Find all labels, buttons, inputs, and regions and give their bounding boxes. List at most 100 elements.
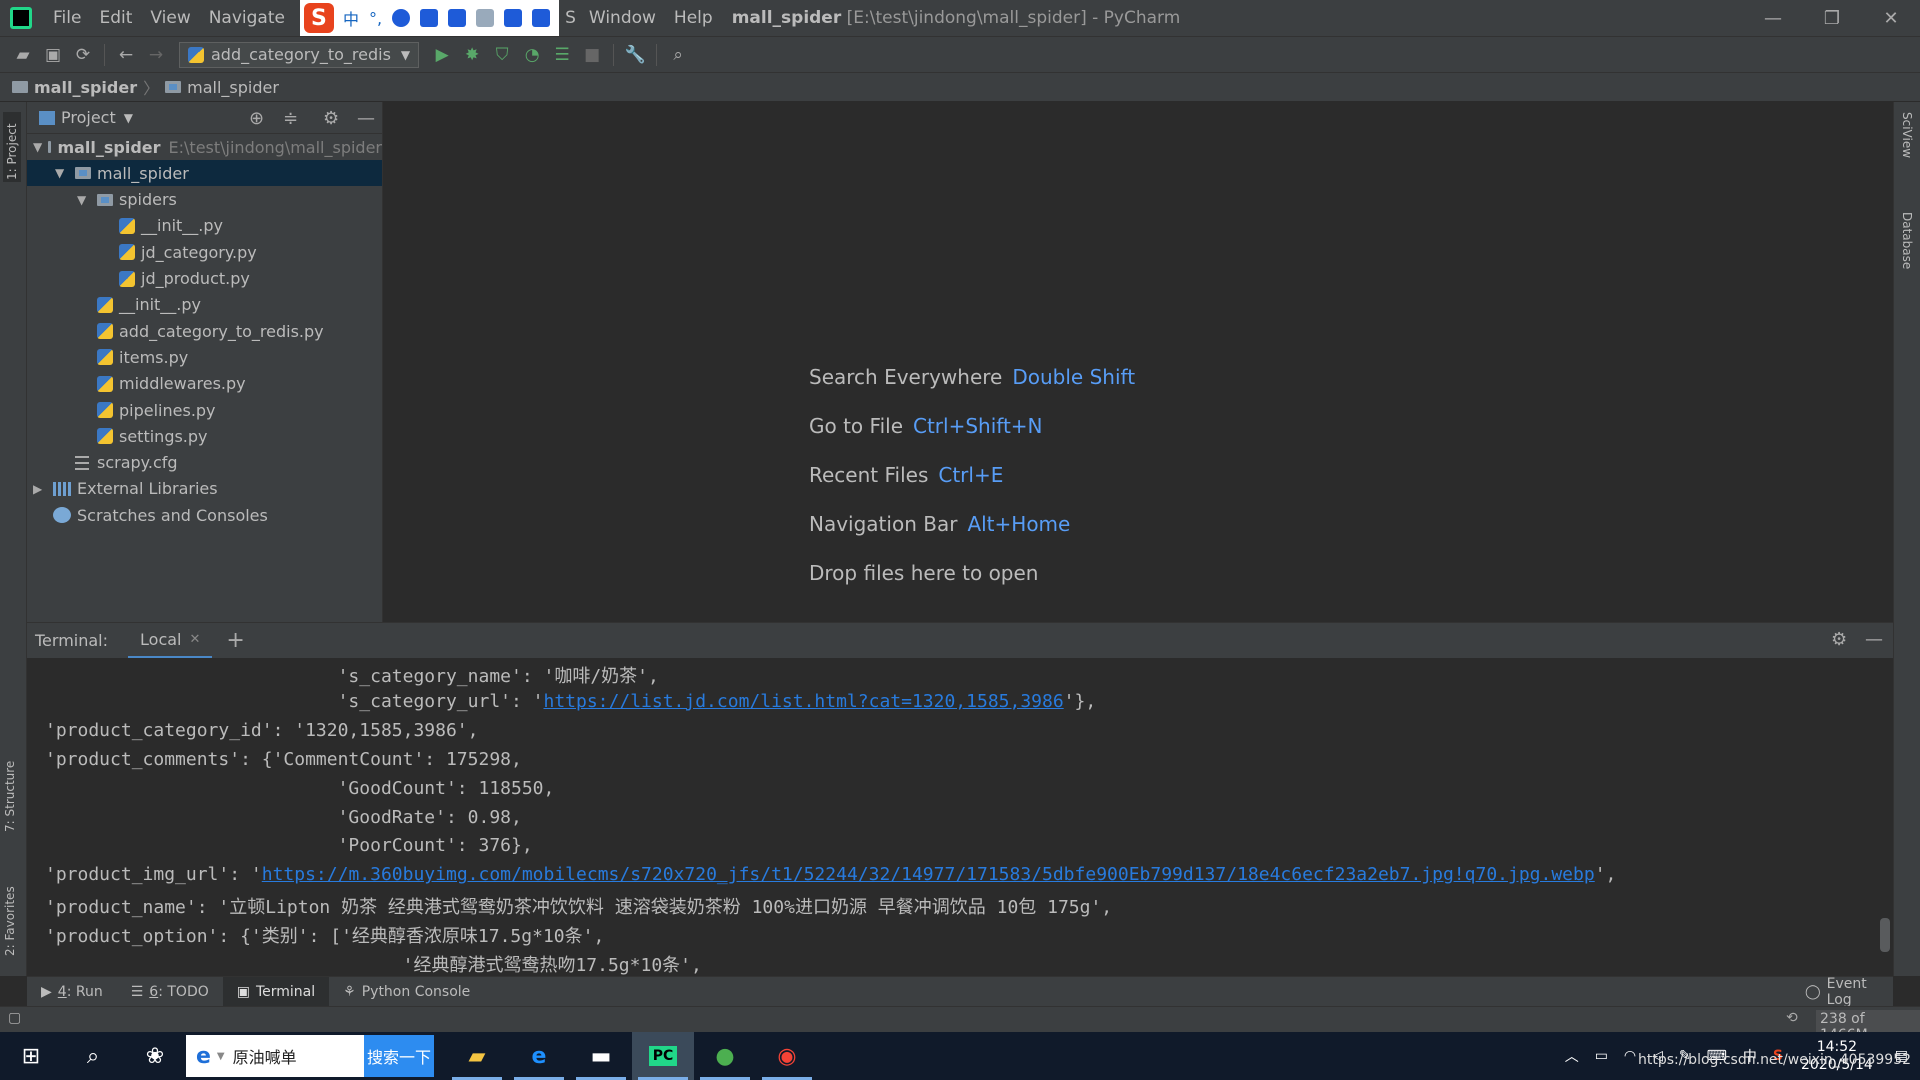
tree-item[interactable]: scrapy.cfg <box>27 450 382 476</box>
terminal-tab-local[interactable]: Local ✕ <box>128 623 213 659</box>
wifi-icon[interactable]: ◠ <box>1624 1048 1636 1064</box>
toggle-tool-windows-icon[interactable]: ▢ <box>8 1010 21 1026</box>
gear-icon[interactable]: ⚙ <box>1831 629 1847 650</box>
terminal-line-tail: ', <box>1594 864 1617 886</box>
chevron-right-icon[interactable]: ▶ <box>33 482 47 496</box>
vcs-icon[interactable]: ⟲ <box>1786 1010 1798 1026</box>
close-button[interactable]: ✕ <box>1862 0 1920 36</box>
user-icon[interactable] <box>476 9 495 27</box>
minimize-button[interactable]: — <box>1744 0 1802 36</box>
battery-icon[interactable]: ▭ <box>1595 1048 1608 1064</box>
search-icon[interactable]: ⌕ <box>663 40 693 70</box>
restore-button[interactable]: ❐ <box>1803 0 1861 36</box>
chevron-down-icon[interactable]: ▼ <box>33 140 42 154</box>
pycharm-taskbar-icon[interactable]: PC <box>632 1032 694 1080</box>
tab-terminal[interactable]: ▣ Terminal <box>222 976 330 1007</box>
concurrency-icon[interactable]: ☰ <box>547 40 577 70</box>
menu-item-truncated[interactable]: S <box>565 8 580 28</box>
keyboard-icon[interactable] <box>448 9 467 27</box>
tool-tab-sciview[interactable]: SciView <box>1900 112 1914 182</box>
editor-empty-area[interactable]: Search Everywhere Double Shift Go to File C… <box>384 102 1893 622</box>
breadcrumb-item-root[interactable]: mall_spider <box>34 78 137 97</box>
chevron-down-icon[interactable]: ▼ <box>77 193 91 207</box>
chevron-down-icon[interactable]: ▼ <box>124 111 133 125</box>
python-file-icon <box>97 296 113 313</box>
debug-icon[interactable]: ✸ <box>457 40 487 70</box>
tool-tab-structure[interactable]: 7: Structure <box>3 742 17 832</box>
menu-item-help[interactable]: Help <box>665 8 722 28</box>
tree-item[interactable]: settings.py <box>27 423 382 449</box>
tree-item[interactable]: Scratches and Consoles <box>27 502 382 528</box>
tab-python-console[interactable]: ⚘ Python Console <box>329 977 484 1007</box>
terminal-output[interactable]: 's_category_name': '咖啡/奶茶', 's_category_… <box>27 658 1893 976</box>
new-terminal-icon[interactable]: + <box>226 628 244 653</box>
tree-item[interactable]: ▼ mall_spider E:\test\jindong\mall_spider <box>27 134 382 160</box>
tree-item[interactable]: add_category_to_redis.py <box>27 318 382 344</box>
run-icon[interactable]: ▶ <box>427 40 457 70</box>
microphone-icon[interactable] <box>420 9 439 27</box>
python-file-icon <box>97 428 113 445</box>
search-icon[interactable]: ⌕ <box>62 1032 124 1080</box>
tab-todo[interactable]: ☰ 6: TODO <box>117 977 223 1007</box>
tree-item[interactable]: ▶ External Libraries <box>27 476 382 502</box>
apps-grid-icon[interactable] <box>532 9 551 27</box>
close-tab-icon[interactable]: ✕ <box>189 632 200 647</box>
back-arrow-icon[interactable]: ← <box>111 40 141 70</box>
breadcrumb: mall_spider 〉 mall_spider <box>0 72 1920 102</box>
menu-item-view[interactable]: View <box>141 8 199 28</box>
emoji-icon[interactable] <box>392 9 411 27</box>
hide-panel-icon[interactable]: — <box>1865 629 1883 650</box>
tray-chevron-up-icon[interactable]: ︿ <box>1565 1046 1579 1066</box>
terminal-app-icon[interactable]: ▬ <box>570 1032 632 1080</box>
menu-item-window[interactable]: Window <box>580 8 665 28</box>
profile-icon[interactable]: ◔ <box>517 40 547 70</box>
hide-panel-icon[interactable]: — <box>357 108 375 129</box>
locate-icon[interactable]: ⊕ <box>249 108 264 129</box>
menu-item-file[interactable]: File <box>44 8 90 28</box>
edge-icon[interactable]: e <box>508 1032 570 1080</box>
terminal-link[interactable]: https://list.jd.com/list.html?cat=1320,1… <box>544 691 1064 712</box>
menu-item-edit[interactable]: Edit <box>90 8 141 28</box>
chevron-down-icon[interactable]: ▼ <box>55 166 69 180</box>
windows-start-icon[interactable]: ⊞ <box>0 1032 62 1080</box>
tree-item[interactable]: __init__.py <box>27 292 382 318</box>
run-configuration-select[interactable]: add_category_to_redis ▼ <box>179 41 420 68</box>
shirt-icon[interactable] <box>504 9 523 27</box>
tree-item[interactable]: jd_product.py <box>27 266 382 292</box>
menu-item-navigate[interactable]: Navigate <box>200 8 294 28</box>
tree-item[interactable]: __init__.py <box>27 213 382 239</box>
gear-icon[interactable]: ⚙ <box>323 108 339 129</box>
tab-run[interactable]: ▶ 4: Run <box>27 977 117 1007</box>
open-folder-icon[interactable]: ▰ <box>8 40 38 70</box>
tree-item[interactable]: items.py <box>27 344 382 370</box>
ime-punctuation-mode[interactable]: °, <box>369 9 382 28</box>
forward-arrow-icon[interactable]: → <box>141 40 171 70</box>
project-view-selector[interactable]: Project <box>61 108 116 127</box>
breadcrumb-item-package[interactable]: mall_spider <box>187 78 279 97</box>
tool-tab-database[interactable]: Database <box>1900 212 1914 312</box>
file-explorer-icon[interactable]: ▰ <box>446 1032 508 1080</box>
wrench-icon[interactable]: 🔧 <box>620 40 650 70</box>
chrome-icon[interactable]: ◉ <box>756 1032 818 1080</box>
terminal-link[interactable]: https://m.360buyimg.com/mobilecms/s720x7… <box>262 864 1595 885</box>
tree-item[interactable]: ▼ mall_spider <box>27 160 382 187</box>
taskbar-search-box[interactable]: e ▼ 原油喊单 <box>186 1035 364 1077</box>
tree-item[interactable]: middlewares.py <box>27 371 382 397</box>
sync-icon[interactable]: ⟳ <box>68 40 98 70</box>
tree-item[interactable]: ▼ spiders <box>27 187 382 213</box>
taskbar-search-button[interactable]: 搜索一下 <box>364 1035 434 1077</box>
collapse-all-icon[interactable]: ≑ <box>283 108 298 129</box>
stop-icon[interactable]: ■ <box>577 40 607 70</box>
terminal-scrollbar[interactable] <box>1880 918 1890 952</box>
coverage-icon[interactable]: ⛉ <box>487 40 517 70</box>
event-log-button[interactable]: ◯ Event Log <box>1791 976 1893 1008</box>
tool-tab-favorites[interactable]: 2: Favorites <box>3 866 17 956</box>
ime-chinese-mode[interactable]: 中 <box>343 6 359 30</box>
search-dropdown-icon[interactable]: ▼ <box>217 1051 225 1062</box>
mongodb-icon[interactable]: ● <box>694 1032 756 1080</box>
sogou-taskbar-icon[interactable]: ❀ <box>124 1032 186 1080</box>
save-icon[interactable]: ▣ <box>38 40 68 70</box>
tree-item[interactable]: pipelines.py <box>27 397 382 423</box>
tree-item[interactable]: jd_category.py <box>27 239 382 265</box>
tool-tab-project[interactable]: 1: Project <box>3 112 21 182</box>
